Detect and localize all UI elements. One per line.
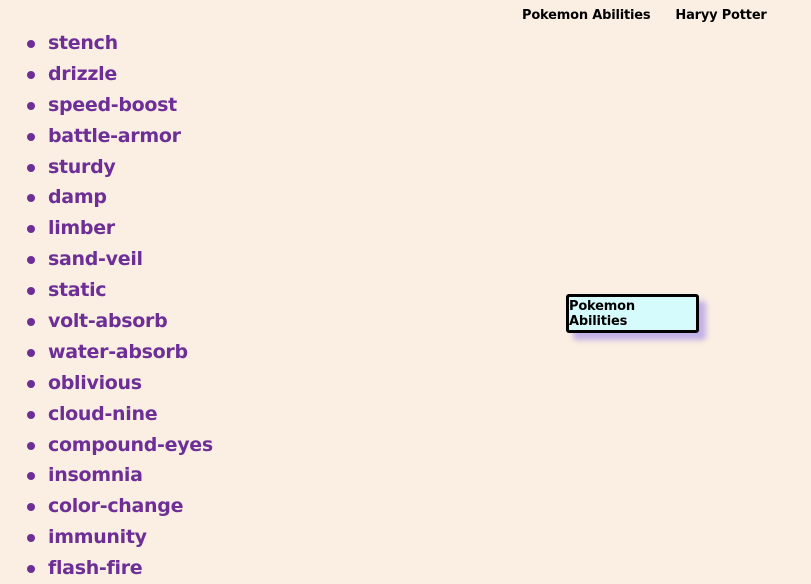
pokemon-abilities-card-button[interactable]: Pokemon Abilities: [566, 294, 699, 333]
ability-name: immunity: [48, 526, 147, 549]
list-item: water-absorb: [0, 337, 213, 368]
card-button-label: Pokemon Abilities: [569, 298, 635, 329]
bullet-icon: [27, 70, 35, 79]
list-item: battle-armor: [0, 121, 213, 152]
bullet-icon: [27, 256, 35, 265]
ability-name: speed-boost: [48, 93, 177, 116]
bullet-icon: [27, 101, 35, 110]
list-item: oblivious: [0, 368, 213, 399]
nav-link-pokemon-abilities[interactable]: Pokemon Abilities: [522, 8, 651, 23]
bullet-icon: [27, 348, 35, 357]
ability-name: cloud-nine: [48, 402, 158, 425]
list-item: cloud-nine: [0, 399, 213, 430]
bullet-icon: [27, 379, 35, 388]
list-item: static: [0, 275, 213, 306]
ability-name: oblivious: [48, 371, 142, 394]
ability-name: sturdy: [48, 155, 116, 178]
bullet-icon: [27, 194, 35, 203]
bullet-icon: [27, 472, 35, 481]
top-nav: Pokemon Abilities Haryy Potter: [522, 8, 767, 23]
ability-name: color-change: [48, 495, 184, 518]
ability-name: water-absorb: [48, 340, 188, 363]
bullet-icon: [27, 503, 35, 512]
ability-name: damp: [48, 186, 107, 209]
list-item: immunity: [0, 522, 213, 553]
bullet-icon: [27, 318, 35, 327]
bullet-icon: [27, 410, 35, 419]
list-item: damp: [0, 182, 213, 213]
ability-name: limber: [48, 217, 115, 240]
ability-name: volt-absorb: [48, 310, 168, 333]
ability-name: sand-veil: [48, 248, 143, 271]
list-item: sturdy: [0, 152, 213, 183]
list-item: volt-absorb: [0, 306, 213, 337]
ability-name: static: [48, 279, 107, 302]
nav-link-harry-potter[interactable]: Haryy Potter: [675, 8, 766, 23]
ability-name: insomnia: [48, 464, 143, 487]
bullet-icon: [27, 441, 35, 450]
ability-list: stench drizzle speed-boost battle-armor …: [0, 28, 213, 584]
bullet-icon: [27, 132, 35, 141]
list-item: drizzle: [0, 59, 213, 90]
list-item: insomnia: [0, 460, 213, 491]
bullet-icon: [27, 287, 35, 296]
bullet-icon: [27, 534, 35, 543]
list-item: limber: [0, 213, 213, 244]
list-item: color-change: [0, 491, 213, 522]
bullet-icon: [27, 565, 35, 574]
list-item: speed-boost: [0, 90, 213, 121]
ability-name: drizzle: [48, 62, 117, 85]
bullet-icon: [27, 40, 35, 48]
bullet-icon: [27, 163, 35, 172]
bullet-icon: [27, 225, 35, 234]
list-item: flash-fire: [0, 553, 213, 584]
ability-name: compound-eyes: [48, 433, 213, 456]
list-item: compound-eyes: [0, 430, 213, 461]
ability-name: flash-fire: [48, 557, 143, 580]
ability-name: stench: [48, 32, 118, 54]
ability-name: battle-armor: [48, 124, 181, 147]
list-item: stench: [0, 28, 213, 59]
list-item: sand-veil: [0, 244, 213, 275]
